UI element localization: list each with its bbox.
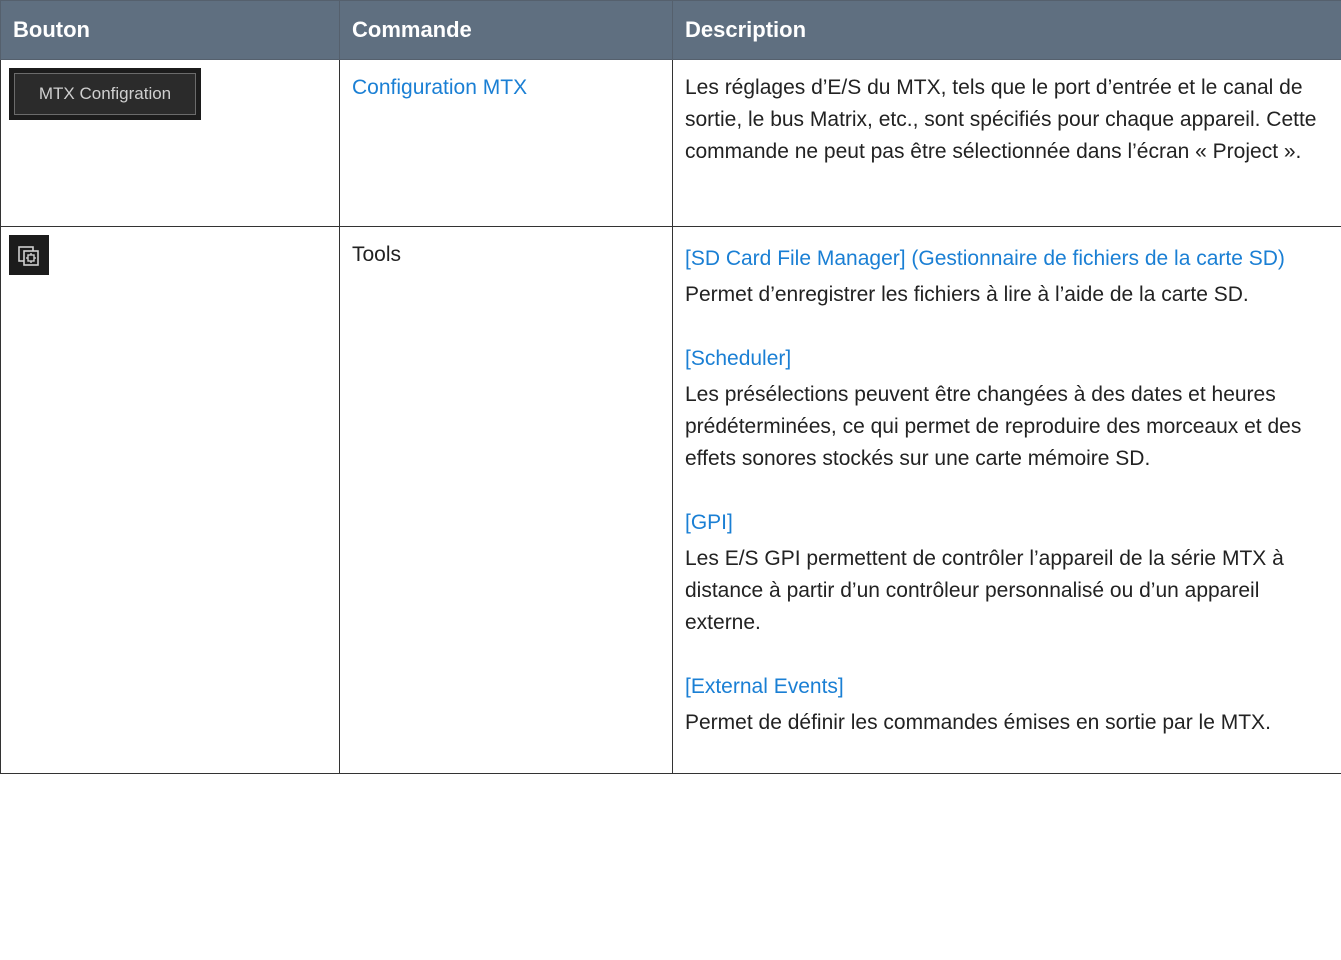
table-row: Tools [SD Card File Manager] (Gestionnai… (0, 226, 1341, 774)
description-cell: Les réglages d’E/S du MTX, tels que le p… (672, 59, 1341, 227)
sd-card-file-manager-text: Permet d’enregistrer les fichiers à lire… (685, 283, 1249, 306)
header-button: Bouton (0, 0, 340, 60)
mtx-configuration-button[interactable]: MTX Configration (9, 68, 201, 120)
mtx-configuration-button-label: MTX Configration (14, 73, 196, 115)
header-command: Commande (339, 0, 673, 60)
button-cell: MTX Configration (0, 59, 340, 227)
command-table: Bouton Commande Description MTX Configra… (0, 0, 1341, 774)
external-events-text: Permet de définir les commandes émises e… (685, 711, 1271, 734)
gpi-text: Les E/S GPI permettent de contrôler l’ap… (685, 547, 1284, 634)
tools-icon (18, 246, 39, 266)
header-description: Description (672, 0, 1341, 60)
table-header-row: Bouton Commande Description (0, 0, 1341, 60)
tool-section-scheduler: [Scheduler] Les présélections peuvent êt… (685, 339, 1331, 475)
button-cell (0, 226, 340, 774)
scheduler-link[interactable]: [Scheduler] (685, 339, 1331, 379)
sd-card-file-manager-link[interactable]: [SD Card File Manager] (Gestionnaire de … (685, 239, 1331, 279)
gpi-link[interactable]: [GPI] (685, 503, 1331, 543)
tool-section-external-events: [External Events] Permet de définir les … (685, 667, 1331, 739)
tools-button[interactable] (9, 235, 49, 275)
description-cell: [SD Card File Manager] (Gestionnaire de … (672, 226, 1341, 774)
configuration-mtx-link[interactable]: Configuration MTX (352, 76, 527, 99)
scheduler-text: Les présélections peuvent être changées … (685, 383, 1302, 470)
command-cell: Tools (339, 226, 673, 774)
tool-section-gpi: [GPI] Les E/S GPI permettent de contrôle… (685, 503, 1331, 639)
table-row: MTX Configration Configuration MTX Les r… (0, 59, 1341, 227)
command-cell: Configuration MTX (339, 59, 673, 227)
external-events-link[interactable]: [External Events] (685, 667, 1331, 707)
tool-section-sd-card: [SD Card File Manager] (Gestionnaire de … (685, 239, 1331, 311)
